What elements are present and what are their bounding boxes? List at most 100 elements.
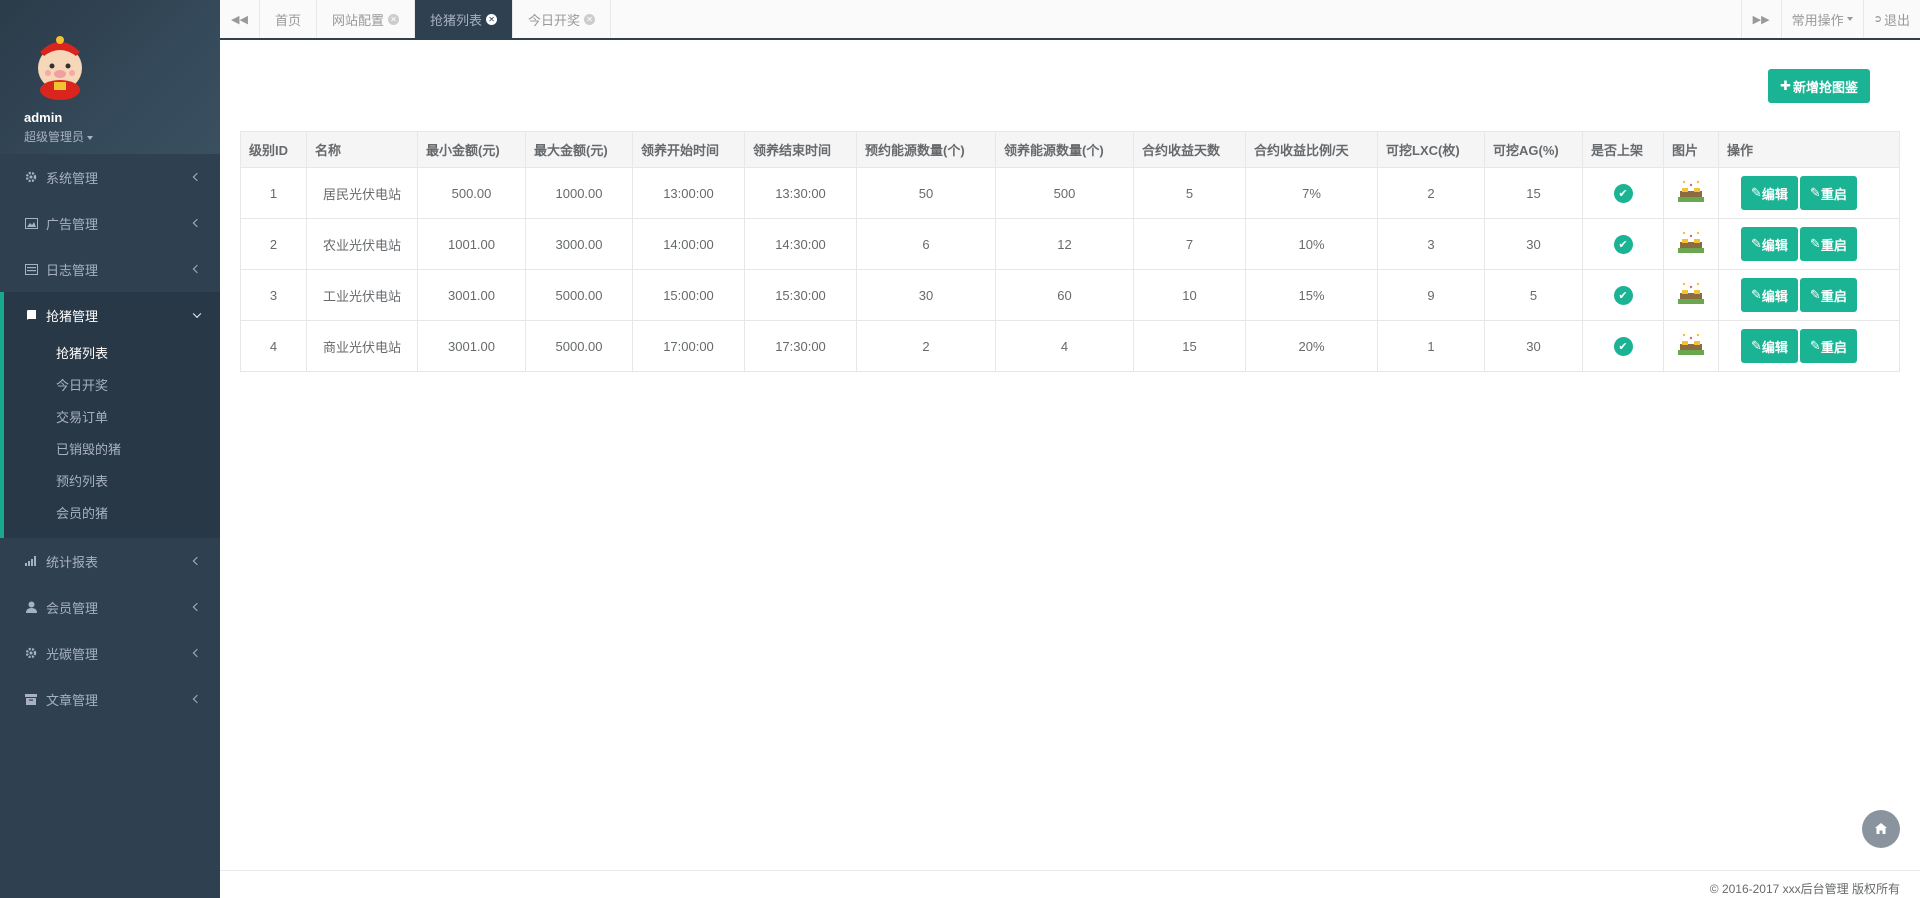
table-cell: 30 <box>1484 320 1583 372</box>
table-cell: 6 <box>856 218 996 270</box>
footer-copyright: © 2016-2017 xxx后台管理 版权所有 <box>1709 882 1900 896</box>
edit-label: 编辑 <box>1761 237 1788 253</box>
table-cell: 5 <box>1484 269 1583 321</box>
power-station-thumbnail[interactable] <box>1676 281 1706 307</box>
sidebar-item-ads[interactable]: 广告管理 <box>0 200 220 246</box>
restart-button[interactable]: ✎ 重启 <box>1799 176 1857 210</box>
restart-label: 重启 <box>1820 288 1847 304</box>
sidebar-item-carbon[interactable]: 光碳管理 <box>0 630 220 676</box>
edit-button[interactable]: ✎ 编辑 <box>1741 176 1798 210</box>
profile-name: admin <box>24 110 63 125</box>
close-icon[interactable]: ✕ <box>584 13 596 25</box>
restart-label: 重启 <box>1820 237 1847 253</box>
restart-button[interactable]: ✎ 重启 <box>1799 329 1857 363</box>
tab-label: 网站配置 <box>332 12 385 28</box>
table-cell: 3001.00 <box>417 269 526 321</box>
table-cell: 4 <box>240 320 307 372</box>
column-header: 级别ID <box>240 131 307 168</box>
edit-label: 编辑 <box>1761 288 1788 304</box>
column-header: 预约能源数量(个) <box>856 131 996 168</box>
plus-icon: ✚ <box>1780 78 1791 93</box>
check-circle-icon[interactable]: ✔ <box>1613 285 1633 305</box>
power-station-thumbnail[interactable] <box>1676 179 1706 205</box>
subnav-item-reservations[interactable]: 预约列表 <box>4 466 220 498</box>
profile-role-label: 超级管理员 <box>24 130 85 144</box>
table-cell: 12 <box>995 218 1134 270</box>
column-header: 合约收益天数 <box>1133 131 1246 168</box>
gear-icon <box>24 170 38 184</box>
table-cell: 15:30:00 <box>744 269 857 321</box>
avatar[interactable] <box>24 28 96 100</box>
sidebar-item-members[interactable]: 会员管理 <box>0 584 220 630</box>
pencil-icon: ✎ <box>1751 287 1762 302</box>
check-circle-icon[interactable]: ✔ <box>1613 336 1633 356</box>
edit-button[interactable]: ✎ 编辑 <box>1741 329 1798 363</box>
sidebar-item-system[interactable]: 系统管理 <box>0 154 220 200</box>
power-station-thumbnail[interactable] <box>1676 332 1706 358</box>
table-cell: 500 <box>995 167 1134 219</box>
add-new-button[interactable]: ✚ 新增抢图鉴 <box>1768 69 1870 103</box>
column-header: 可挖AG(%) <box>1484 131 1583 168</box>
sidebar-item-articles[interactable]: 文章管理 <box>0 676 220 722</box>
column-header: 领养结束时间 <box>744 131 857 168</box>
tab-today-draw[interactable]: 今日开奖 ✕ <box>513 0 612 38</box>
table-cell: 60 <box>995 269 1134 321</box>
tab-site-config[interactable]: 网站配置 ✕ <box>317 0 416 38</box>
table-cell: 15 <box>1484 167 1583 219</box>
sidebar-item-reports[interactable]: 统计报表 <box>0 538 220 584</box>
sidebar-group-pigs: 抢猪管理 抢猪列表 今日开奖 交易订单 已销毁的猪 预约列表 会员的猪 <box>0 292 220 538</box>
home-icon <box>1875 822 1887 837</box>
profile-role-dropdown[interactable]: 超级管理员 <box>24 128 220 145</box>
footer: © 2016-2017 xxx后台管理 版权所有 <box>220 870 1920 898</box>
sidebar-item-pigs[interactable]: 抢猪管理 <box>4 292 220 338</box>
table-cell: 2 <box>1377 167 1485 219</box>
table-cell: 5000.00 <box>525 269 633 321</box>
listed-status-cell: ✔ <box>1582 167 1664 219</box>
tabs-scroll-right-button[interactable]: ▶▶ <box>1740 0 1781 38</box>
pencil-icon: ✎ <box>1809 185 1821 200</box>
edit-button[interactable]: ✎ 编辑 <box>1741 227 1798 261</box>
book-icon <box>24 308 38 322</box>
listed-status-cell: ✔ <box>1582 320 1664 372</box>
close-icon[interactable]: ✕ <box>388 13 400 25</box>
power-station-thumbnail[interactable] <box>1676 230 1706 256</box>
tab-pig-list[interactable]: 抢猪列表 ✕ <box>415 0 514 38</box>
subnav-item-destroyed-pigs[interactable]: 已销毁的猪 <box>4 434 220 466</box>
subnav-item-orders[interactable]: 交易订单 <box>4 402 220 434</box>
check-circle-icon[interactable]: ✔ <box>1613 234 1633 254</box>
close-icon[interactable]: ✕ <box>486 13 498 25</box>
restart-button[interactable]: ✎ 重启 <box>1799 278 1857 312</box>
column-header: 是否上架 <box>1582 131 1664 168</box>
sidebar-item-logs[interactable]: 日志管理 <box>0 246 220 292</box>
table-cell: 7% <box>1245 167 1378 219</box>
image-cell <box>1663 167 1719 219</box>
chevron-left-icon <box>192 264 202 274</box>
chevron-left-icon <box>192 648 202 658</box>
table-cell: 10% <box>1245 218 1378 270</box>
caret-down-icon <box>87 135 94 140</box>
tab-home[interactable]: 首页 <box>260 0 318 38</box>
restart-button[interactable]: ✎ 重启 <box>1799 227 1857 261</box>
pencil-icon: ✎ <box>1809 338 1821 353</box>
table-cell: 工业光伏电站 <box>306 269 418 321</box>
subnav-item-member-pigs[interactable]: 会员的猪 <box>4 498 220 530</box>
home-button[interactable] <box>1862 810 1900 848</box>
subnav-item-pig-list[interactable]: 抢猪列表 <box>4 338 220 370</box>
table-cell: 4 <box>995 320 1134 372</box>
table-cell: 居民光伏电站 <box>306 167 418 219</box>
sidebar: admin 超级管理员 系统管理 广告管理 日志管理 抢猪管理 抢猪列表 今日开… <box>0 0 220 898</box>
chevron-left-icon <box>192 694 202 704</box>
tabs-scroll-left-button[interactable]: ◀◀ <box>220 0 260 38</box>
edit-button[interactable]: ✎ 编辑 <box>1741 278 1798 312</box>
table-cell: 30 <box>1484 218 1583 270</box>
subnav-item-today-draw[interactable]: 今日开奖 <box>4 370 220 402</box>
common-ops-dropdown[interactable]: 常用操作 <box>1780 0 1863 38</box>
check-circle-icon[interactable]: ✔ <box>1613 183 1633 203</box>
actions-cell: ✎ 编辑 ✎ 重启 <box>1718 218 1900 270</box>
table-cell: 3001.00 <box>417 320 526 372</box>
image-icon <box>24 216 38 230</box>
table-cell: 2 <box>856 320 996 372</box>
pencil-icon: ✎ <box>1809 287 1821 302</box>
sidebar-item-label: 系统管理 <box>46 170 99 186</box>
logout-button[interactable]: ➲ 退出 <box>1862 0 1920 38</box>
